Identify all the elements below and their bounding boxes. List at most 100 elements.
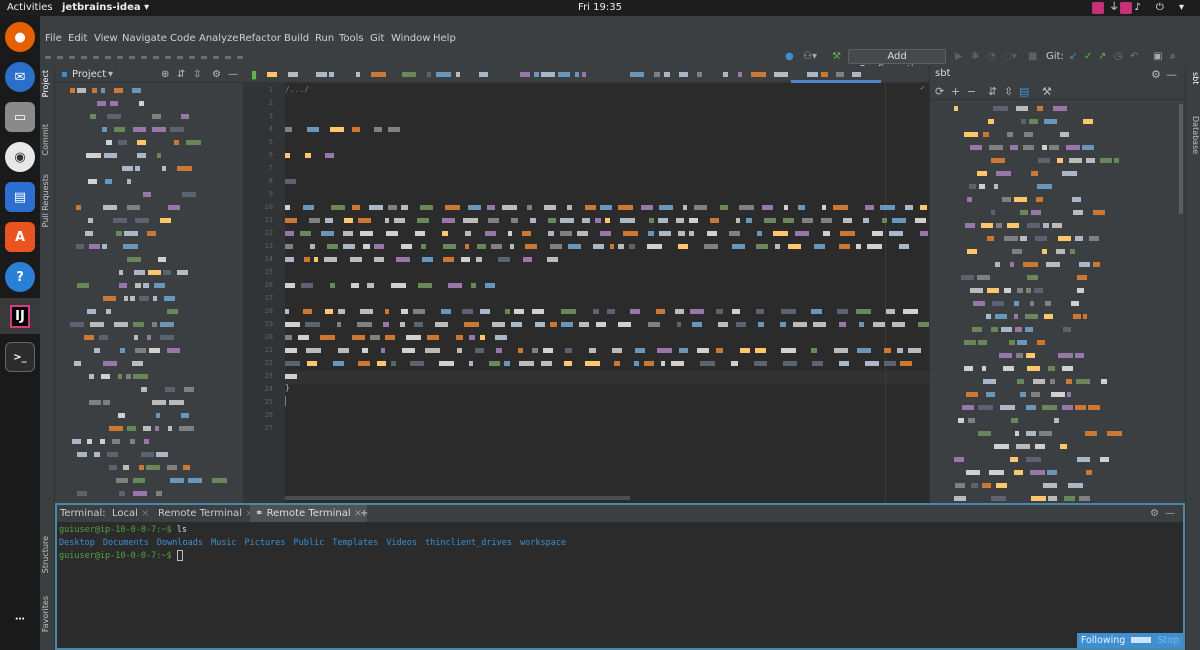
intellij-icon[interactable]: IJ	[0, 298, 40, 334]
gear-icon[interactable]: ⚙	[1150, 505, 1159, 522]
terminal-tab-remote-2[interactable]: ⚭ Remote Terminal ×	[250, 505, 368, 522]
add-configuration-button[interactable]: Add Configuration...	[848, 49, 946, 75]
inspection-ok-icon[interactable]: ✓	[920, 83, 925, 92]
git-update-icon[interactable]: ↙	[1069, 49, 1077, 65]
database-tool-tab[interactable]: Database	[1188, 116, 1200, 154]
show-apps-icon[interactable]: ⋯	[5, 612, 35, 626]
files-icon[interactable]: ▭	[5, 102, 35, 132]
locate-icon[interactable]: ⊕	[161, 66, 169, 83]
sbt-tree-item	[1070, 249, 1075, 254]
commit-tool-tab[interactable]: Commit	[41, 124, 55, 155]
build-hammer-icon[interactable]: ⚒	[832, 49, 841, 65]
git-rollback-icon[interactable]: ↶	[1130, 49, 1138, 65]
add-icon[interactable]: +	[951, 85, 960, 98]
app-menu[interactable]: jetbrains-idea ▾	[62, 0, 149, 16]
close-icon[interactable]: ×	[141, 508, 149, 519]
code-token	[344, 218, 353, 223]
tasks-icon[interactable]: ▤	[1019, 85, 1029, 98]
refresh-icon[interactable]: ⟳	[935, 85, 944, 98]
navigation-breadcrumb[interactable]	[45, 56, 245, 59]
project-tree-item	[107, 114, 121, 119]
menu-window[interactable]: Window	[391, 33, 430, 44]
run-icon[interactable]: ▶	[955, 49, 963, 65]
project-tool-tab[interactable]: Project	[41, 70, 55, 97]
horizontal-scrollbar[interactable]	[285, 496, 630, 500]
code-editor[interactable]: /.../ ✓ }	[285, 83, 931, 503]
menu-refactor[interactable]: Refactor	[239, 33, 281, 44]
code-token	[607, 309, 615, 314]
menu-view[interactable]: View	[94, 33, 118, 44]
menu-code[interactable]: Code	[170, 33, 196, 44]
collapse-all-icon[interactable]: ⇳	[1004, 85, 1013, 98]
system-menu[interactable]: ⏚ ♪ ⏻ ▾	[1109, 0, 1190, 16]
collapse-all-icon[interactable]: ⇳	[193, 66, 201, 83]
tray-app-icon[interactable]	[1092, 2, 1104, 14]
project-tree-item	[124, 296, 128, 301]
pull-requests-tool-tab[interactable]: Pull Requests	[41, 174, 55, 227]
code-token	[285, 348, 297, 353]
terminal-tab-local[interactable]: Local ×	[112, 505, 150, 522]
folded-imports[interactable]: /.../	[285, 85, 309, 94]
following-indicator[interactable]: Following Stop	[1076, 633, 1183, 648]
firefox-icon[interactable]: ●	[5, 22, 35, 52]
hide-icon[interactable]: —	[228, 66, 238, 83]
menu-build[interactable]: Build	[284, 33, 309, 44]
menu-edit[interactable]: Edit	[68, 33, 87, 44]
code-token	[920, 231, 928, 236]
terminal-output[interactable]: guiuser@ip-10-0-0-7:~$ ls Desktop Documen…	[59, 524, 1179, 644]
coverage-icon[interactable]: ◔	[987, 49, 996, 65]
project-tree[interactable]	[56, 84, 243, 503]
search-icon[interactable]: ⌕	[1170, 49, 1176, 65]
profile-icon[interactable]: ◌▾	[1003, 49, 1017, 65]
debug-icon[interactable]: ✱	[971, 49, 979, 65]
menu-run[interactable]: Run	[315, 33, 334, 44]
code-token	[495, 335, 507, 340]
code-token	[886, 309, 895, 314]
writer-icon[interactable]: ▤	[5, 182, 35, 212]
structure-tool-tab[interactable]: Structure	[41, 536, 55, 573]
new-terminal-tab-button[interactable]: +	[360, 505, 368, 522]
expand-all-icon[interactable]: ⇵	[177, 66, 185, 83]
code-token	[732, 309, 740, 314]
expand-all-icon[interactable]: ⇵	[988, 85, 997, 98]
git-history-icon[interactable]: ◷	[1114, 49, 1123, 65]
stop-button[interactable]: Stop	[1157, 635, 1179, 646]
git-push-icon[interactable]: ↗	[1098, 49, 1106, 65]
activities-button[interactable]: Activities	[7, 0, 53, 16]
menu-git[interactable]: Git	[370, 33, 384, 44]
project-structure-icon[interactable]: ▣	[1153, 49, 1162, 65]
gear-icon[interactable]: ⚙	[1151, 68, 1161, 81]
sbt-tool-tab[interactable]: sbt	[1188, 72, 1200, 84]
sbt-tree-item	[1017, 379, 1024, 384]
user-icon[interactable]: ⚇▾	[803, 49, 817, 65]
software-icon[interactable]: A	[5, 222, 35, 252]
hide-icon[interactable]: —	[1166, 68, 1177, 81]
menu-analyze[interactable]: Analyze	[199, 33, 238, 44]
favorites-tool-tab[interactable]: Favorites	[41, 596, 55, 632]
remove-icon[interactable]: −	[967, 85, 976, 98]
hide-icon[interactable]: —	[1165, 505, 1175, 522]
stop-icon[interactable]: ■	[1028, 49, 1037, 65]
thunderbird-icon[interactable]: ✉	[5, 62, 35, 92]
help-icon[interactable]: ?	[5, 262, 35, 292]
menu-help[interactable]: Help	[433, 33, 456, 44]
editor-tab-title	[479, 72, 488, 77]
rhythmbox-icon[interactable]: ◉	[5, 142, 35, 172]
editor-tab[interactable]	[267, 72, 867, 77]
terminal-icon[interactable]: >_	[5, 342, 35, 372]
account-icon[interactable]: ●	[785, 49, 794, 65]
git-commit-icon[interactable]: ✓	[1084, 49, 1092, 65]
project-panel-title[interactable]: Project	[72, 66, 106, 83]
wrench-icon[interactable]: ⚒	[1042, 85, 1052, 98]
gear-icon[interactable]: ⚙	[212, 66, 221, 83]
code-token	[812, 361, 823, 366]
menu-file[interactable]: File	[45, 33, 62, 44]
clock[interactable]: Fri 19:35	[578, 0, 622, 16]
terminal-tab-remote-1[interactable]: Remote Terminal ×	[158, 505, 254, 522]
sbt-tree[interactable]	[930, 102, 1178, 502]
menu-navigate[interactable]: Navigate	[122, 33, 167, 44]
menu-tools[interactable]: Tools	[339, 33, 364, 44]
code-token	[716, 309, 723, 314]
vertical-scrollbar[interactable]	[1179, 104, 1183, 214]
chevron-down-icon[interactable]: ▾	[108, 66, 113, 83]
